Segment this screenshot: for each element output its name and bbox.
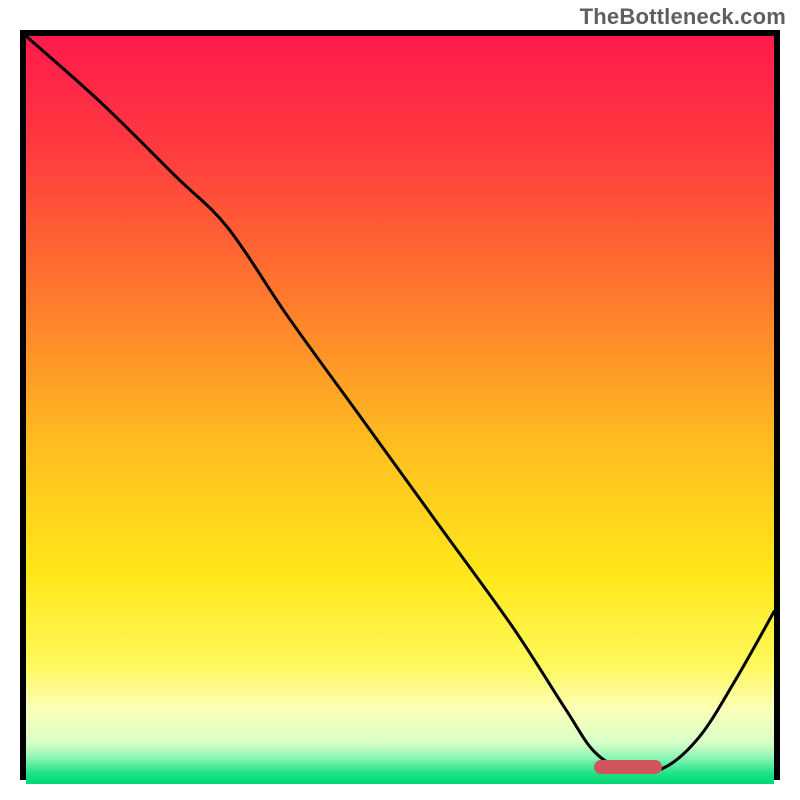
- plot-frame: [20, 30, 780, 780]
- bottleneck-curve: [26, 36, 774, 774]
- chart-container: TheBottleneck.com: [0, 0, 800, 800]
- watermark-text: TheBottleneck.com: [580, 4, 786, 30]
- optimal-range-marker: [594, 760, 661, 774]
